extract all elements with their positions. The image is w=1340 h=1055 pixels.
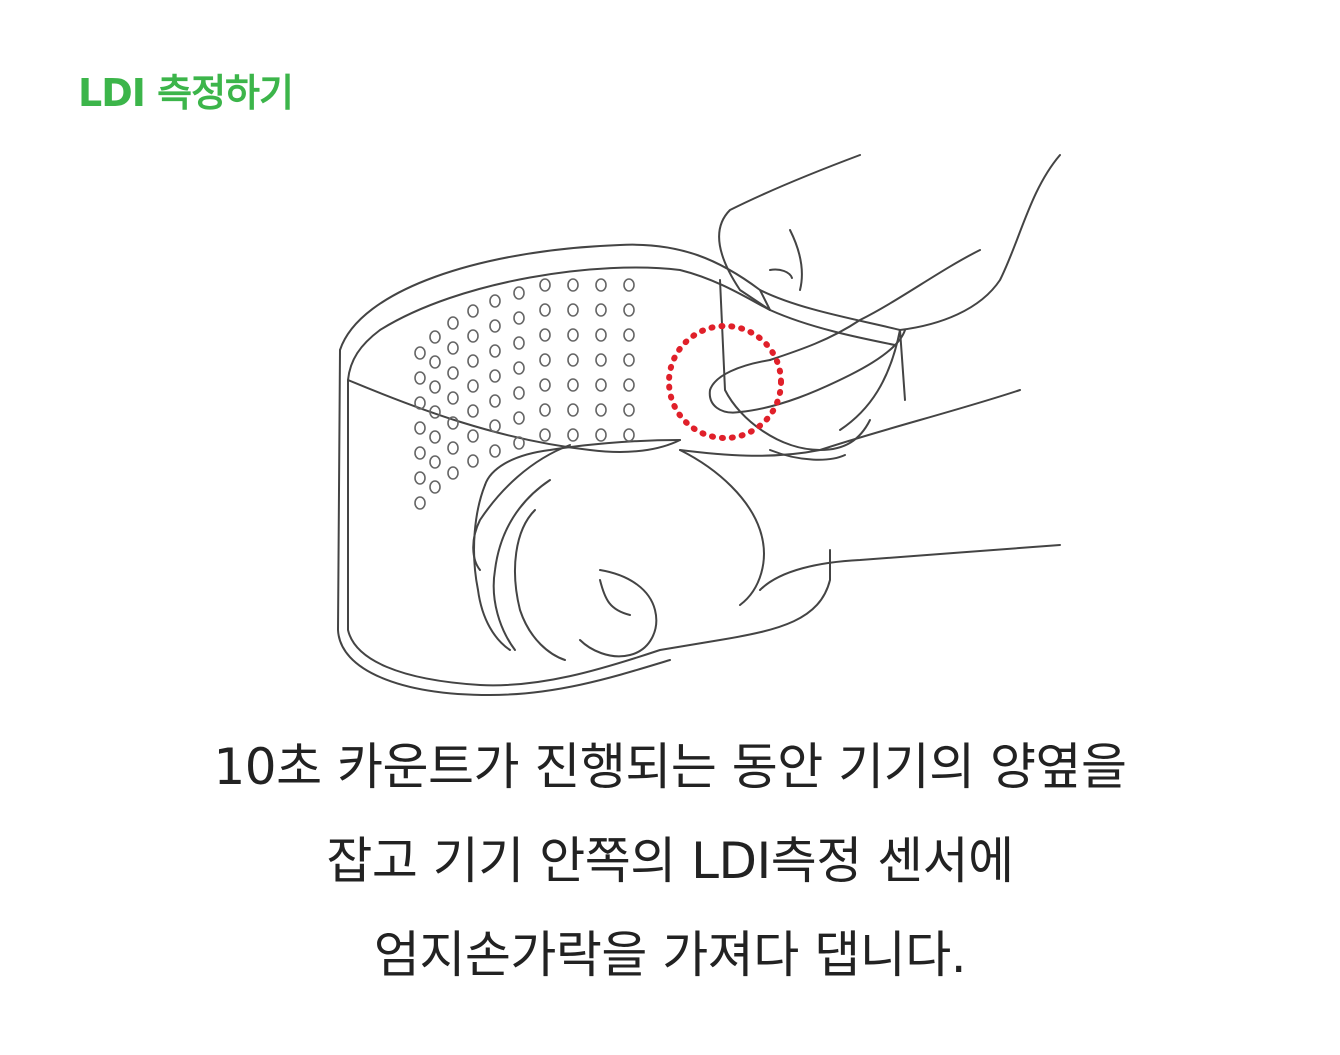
instruction-text: 10초 카운트가 진행되는 동안 기기의 양옆을 잡고 기기 안쪽의 LDI측정… [0,720,1340,1002]
section-title: LDI 측정하기 [78,71,294,115]
instruction-line-1: 10초 카운트가 진행되는 동안 기기의 양옆을 [213,738,1127,796]
device-hand-illustration [337,154,1061,696]
sensor-dots [414,278,635,510]
instruction-line-2: 잡고 기기 안쪽의 LDI측정 센서에 [326,832,1014,890]
upper-hand [718,154,861,311]
instruction-line-3: 엄지손가락을 가져다 댑니다. [373,926,967,984]
device-outline [339,243,831,687]
